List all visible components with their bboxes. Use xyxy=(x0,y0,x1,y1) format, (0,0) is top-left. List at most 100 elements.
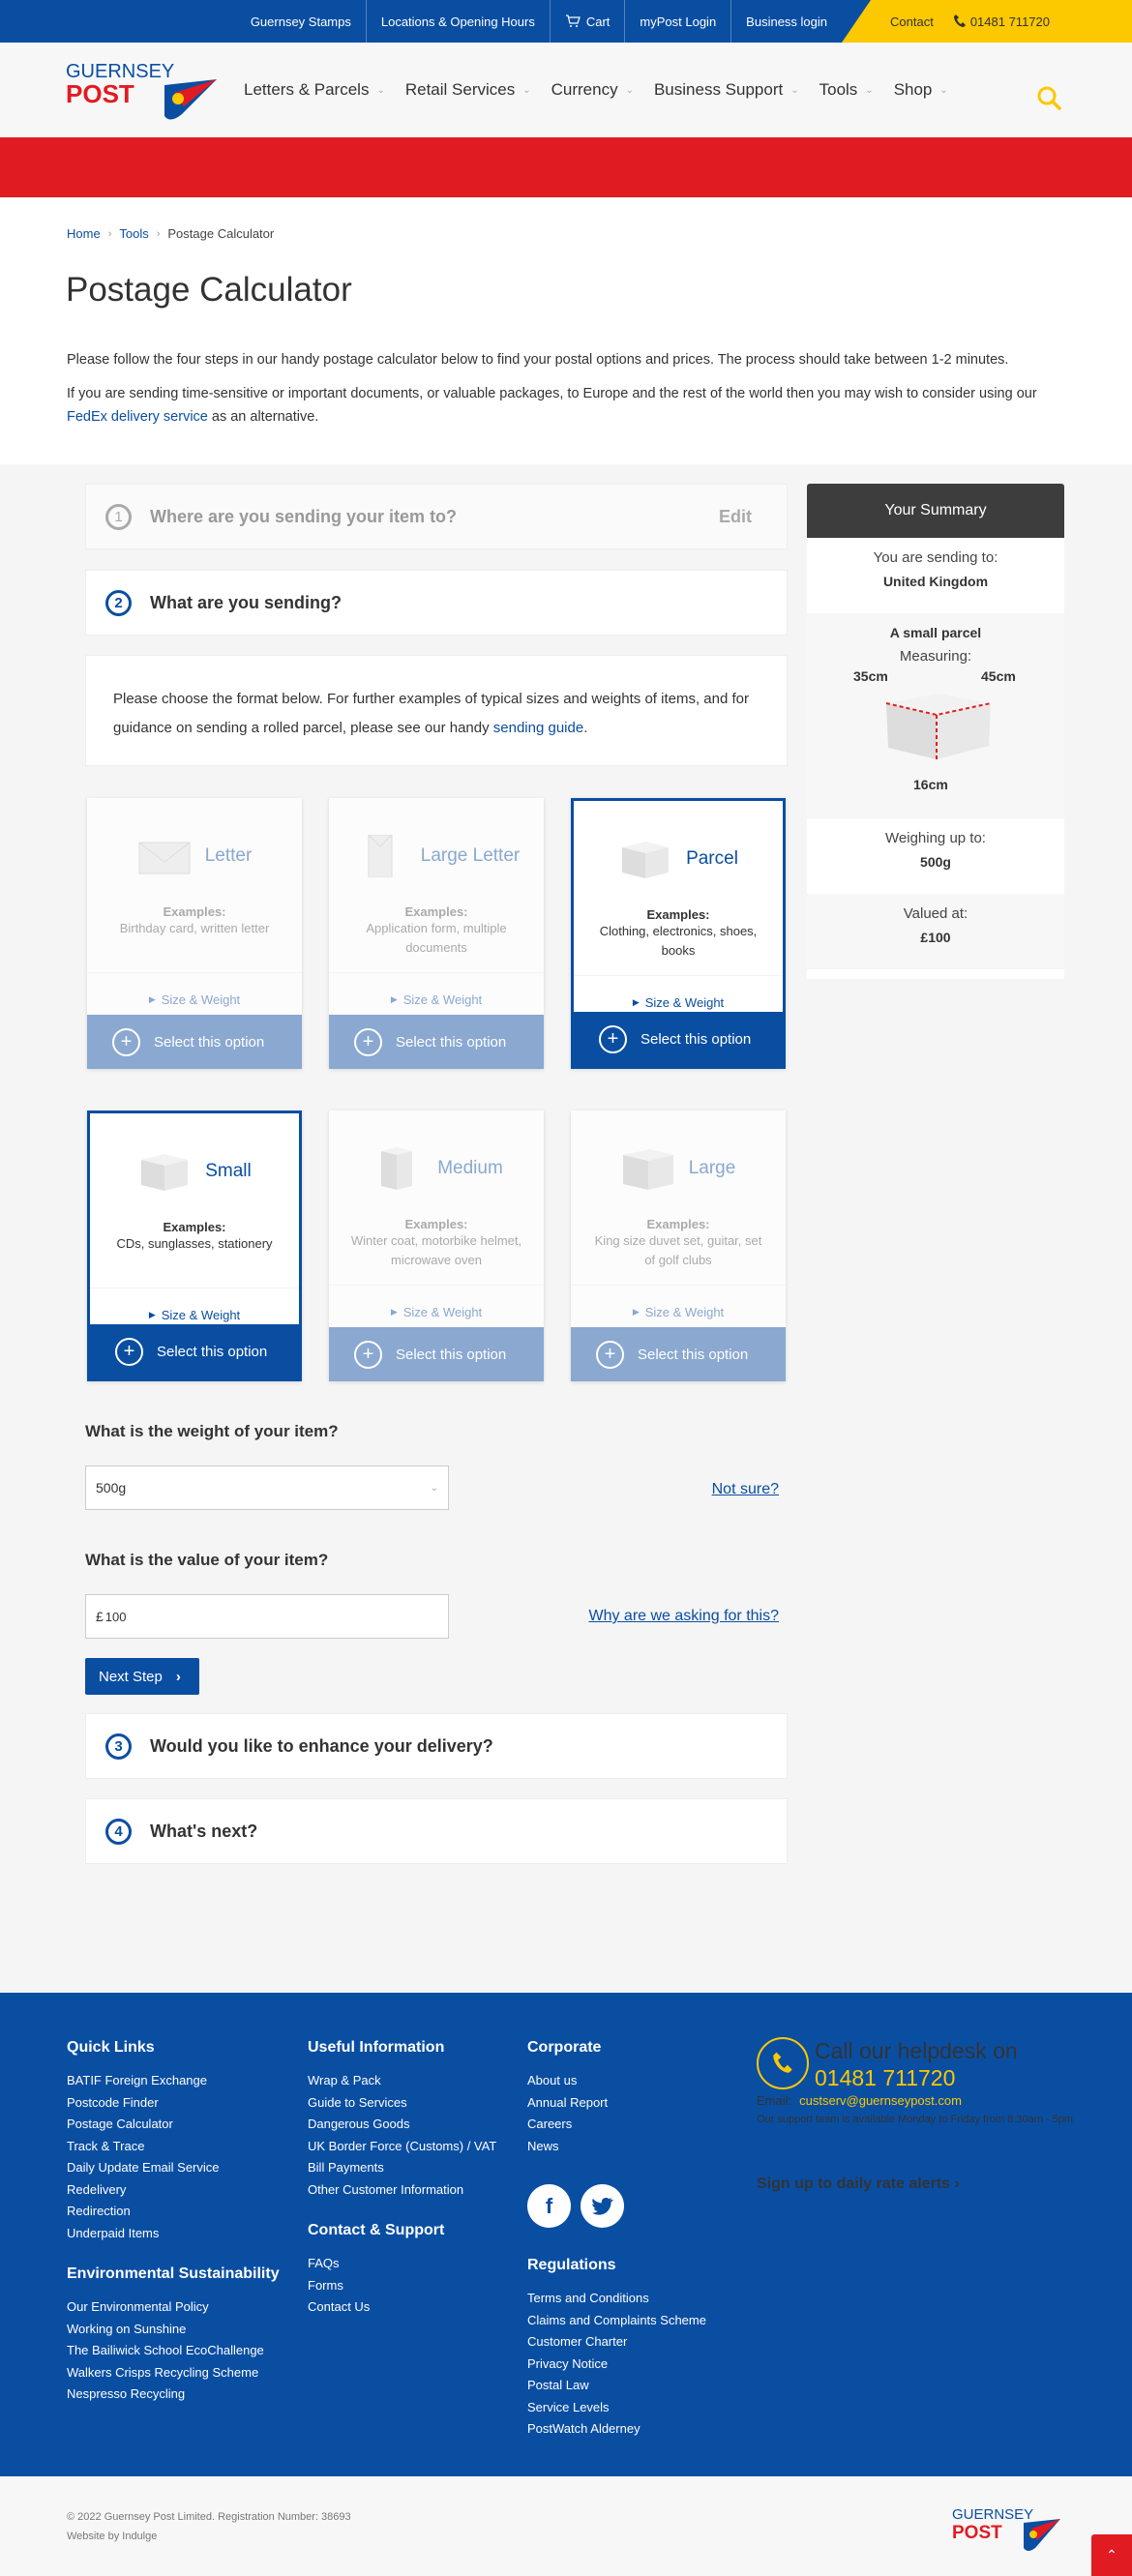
select-option-button[interactable]: + Select this option xyxy=(87,1015,302,1069)
plus-circle-icon: + xyxy=(599,1024,627,1053)
step-1-destination[interactable]: 1 Where are you sending your item to? Ed… xyxy=(85,484,788,549)
footer-link[interactable]: Our Environmental Policy xyxy=(67,2296,280,2319)
footer-link[interactable]: Other Customer Information xyxy=(308,2179,496,2202)
size-card-medium[interactable]: Medium Examples: Winter coat, motorbike … xyxy=(329,1110,544,1381)
footer-link[interactable]: Terms and Conditions xyxy=(527,2288,706,2310)
sending-guide-link[interactable]: sending guide xyxy=(493,720,583,736)
step-2-item[interactable]: 2 What are you sending? xyxy=(85,570,788,636)
footer-link[interactable]: BATIF Foreign Exchange xyxy=(67,2070,280,2092)
footer-link[interactable]: Redelivery xyxy=(67,2179,280,2202)
footer-link[interactable]: Daily Update Email Service xyxy=(67,2157,280,2179)
footer-link[interactable]: Customer Charter xyxy=(527,2331,706,2354)
footer-link[interactable]: Forms xyxy=(308,2275,496,2297)
value-input[interactable]: £ 100 xyxy=(85,1594,449,1639)
nav-label: Retail Services xyxy=(404,80,516,99)
locations-link[interactable]: Locations & Opening Hours xyxy=(367,0,551,43)
footer-link[interactable]: The Bailiwick School EcoChallenge xyxy=(67,2340,280,2362)
chevron-down-icon: ⌄ xyxy=(625,84,634,96)
footer-heading: Environmental Sustainability xyxy=(67,2265,280,2282)
scroll-to-top-button[interactable]: ⌃ xyxy=(1091,2534,1132,2576)
footer-link[interactable]: Contact Us xyxy=(308,2296,496,2319)
nav-label: Currency xyxy=(551,80,618,99)
triangle-right-icon: ▶ xyxy=(632,997,640,1007)
size-card-large[interactable]: Large Examples: King size duvet set, gui… xyxy=(571,1110,786,1381)
footer-link[interactable]: Annual Report xyxy=(527,2092,706,2115)
footer-link[interactable]: Working on Sunshine xyxy=(67,2319,280,2341)
footer-link[interactable]: About us xyxy=(527,2070,706,2092)
twitter-icon[interactable] xyxy=(581,2184,624,2228)
select-option-button[interactable]: + Select this option xyxy=(571,1327,786,1381)
website-credit: Website by Indulge xyxy=(67,2531,158,2542)
footer-link[interactable]: Bill Payments xyxy=(308,2157,496,2179)
next-step-button[interactable]: Next Step › xyxy=(85,1658,199,1695)
fedex-link[interactable]: FedEx delivery service xyxy=(67,409,208,425)
edit-step-button[interactable]: Edit xyxy=(719,507,752,527)
examples-label: Examples: xyxy=(646,907,710,922)
nav-currency[interactable]: Currency ⌄ xyxy=(551,80,634,100)
guernsey-post-logo-footer[interactable]: GUERNSEY POST xyxy=(948,2503,1064,2554)
nav-shop[interactable]: Shop ⌄ xyxy=(894,80,948,100)
cart-icon xyxy=(565,15,581,27)
footer-link[interactable]: PostWatch Alderney xyxy=(527,2418,706,2441)
main-navigation: Letters & Parcels ⌄ Retail Services ⌄ Curr… xyxy=(244,43,968,137)
weight-select[interactable]: 500g ⌄ xyxy=(85,1466,449,1510)
footer-link[interactable]: News xyxy=(527,2136,706,2158)
measuring-label: Measuring: xyxy=(899,648,972,665)
select-option-button[interactable]: + Select this option xyxy=(329,1015,544,1069)
rate-alerts-signup-link[interactable]: Sign up to daily rate alerts › xyxy=(757,2176,1076,2193)
footer-link[interactable]: Nespresso Recycling xyxy=(67,2384,280,2406)
format-card-large-letter[interactable]: Large Letter Examples: Application form,… xyxy=(329,798,544,1069)
facebook-icon[interactable]: f xyxy=(527,2184,571,2228)
search-icon[interactable] xyxy=(1036,85,1063,112)
footer-link[interactable]: Dangerous Goods xyxy=(308,2114,496,2136)
footer-link[interactable]: Postal Law xyxy=(527,2375,706,2397)
nav-tools[interactable]: Tools ⌄ xyxy=(819,80,874,100)
footer-link[interactable]: Underpaid Items xyxy=(67,2223,280,2245)
mypost-login-link[interactable]: myPost Login xyxy=(625,0,732,43)
footer-link[interactable]: Redirection xyxy=(67,2201,280,2223)
footer-link[interactable]: FAQs xyxy=(308,2253,496,2275)
helpdesk-phone[interactable]: 01481 711720 xyxy=(815,2064,1018,2091)
phone-link[interactable]: 01481 711720 xyxy=(953,14,1050,29)
footer-link[interactable]: Track & Trace xyxy=(67,2136,280,2158)
nav-retail-services[interactable]: Retail Services ⌄ xyxy=(405,80,531,100)
footer-link[interactable]: Guide to Services xyxy=(308,2092,496,2115)
weight-question: What is the weight of your item? xyxy=(85,1422,339,1440)
footer-corporate: Corporate About us Annual Report Careers… xyxy=(527,2039,706,2441)
footer-link[interactable]: Careers xyxy=(527,2114,706,2136)
guernsey-stamps-link[interactable]: Guernsey Stamps xyxy=(236,0,367,43)
step-3-enhance[interactable]: 3 Would you like to enhance your deliver… xyxy=(85,1713,788,1779)
nav-business-support[interactable]: Business Support ⌄ xyxy=(654,80,799,100)
examples-text: CDs, sunglasses, stationery xyxy=(116,1236,273,1251)
contact-link[interactable]: Contact xyxy=(890,15,934,29)
step-4-next[interactable]: 4 What's next? xyxy=(85,1798,788,1864)
footer-link[interactable]: Postage Calculator xyxy=(67,2114,280,2136)
footer-link[interactable]: Service Levels xyxy=(527,2397,706,2419)
footer-link[interactable]: Privacy Notice xyxy=(527,2354,706,2376)
footer-link[interactable]: Claims and Complaints Scheme xyxy=(527,2310,706,2332)
business-login-link[interactable]: Business login xyxy=(731,0,842,43)
triangle-right-icon: ▶ xyxy=(390,1307,398,1317)
footer-link[interactable]: Wrap & Pack xyxy=(308,2070,496,2092)
why-asking-link[interactable]: Why are we asking for this? xyxy=(588,1608,779,1625)
plus-circle-icon: + xyxy=(354,1340,382,1369)
footer-link[interactable]: UK Border Force (Customs) / VAT xyxy=(308,2136,496,2158)
format-card-parcel[interactable]: Parcel Examples: Clothing, electronics, … xyxy=(571,798,786,1069)
not-sure-link[interactable]: Not sure? xyxy=(712,1481,779,1498)
examples-text: Birthday card, written letter xyxy=(119,921,270,935)
guernsey-post-logo[interactable]: GUERNSEY POST xyxy=(66,58,221,124)
breadcrumb-tools[interactable]: Tools xyxy=(119,226,148,241)
email-label: Email: xyxy=(757,2093,792,2108)
format-card-letter[interactable]: Letter Examples: Birthday card, written … xyxy=(87,798,302,1069)
footer-link[interactable]: Postcode Finder xyxy=(67,2092,280,2115)
size-card-small[interactable]: Small Examples: CDs, sunglasses, station… xyxy=(87,1110,302,1381)
select-option-button[interactable]: + Select this option xyxy=(329,1327,544,1381)
select-option-button[interactable]: + Select this option xyxy=(574,1012,783,1066)
nav-letters-parcels[interactable]: Letters & Parcels ⌄ xyxy=(244,80,385,100)
select-option-button[interactable]: + Select this option xyxy=(90,1324,299,1378)
hero-banner xyxy=(0,137,1132,197)
footer-link[interactable]: Walkers Crisps Recycling Scheme xyxy=(67,2362,280,2384)
breadcrumb-home[interactable]: Home xyxy=(67,226,101,241)
email-link[interactable]: custserv@guernseypost.com xyxy=(799,2093,962,2108)
cart-link[interactable]: Cart xyxy=(551,0,626,43)
